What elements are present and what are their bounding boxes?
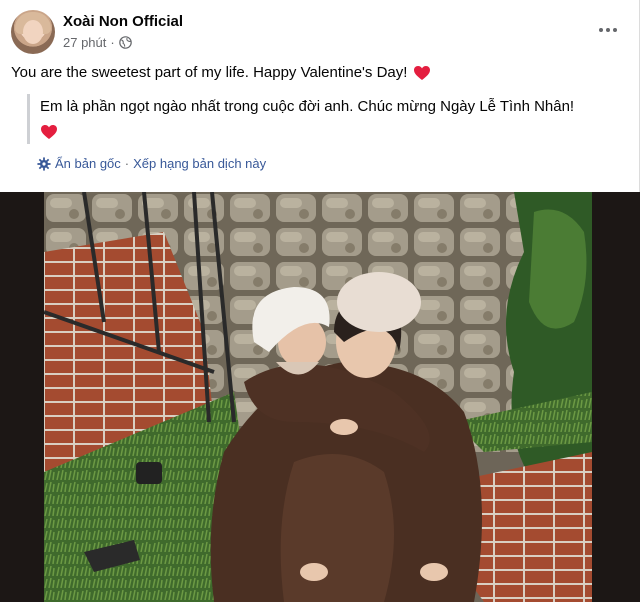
author-name[interactable]: Xoài Non Official [63,13,183,30]
more-options-button[interactable] [594,18,622,42]
post-header: Xoài Non Official 27 phút · [0,0,640,60]
hide-original-link[interactable]: Ẩn bản gốc [55,156,121,171]
rate-translation-link[interactable]: Xếp hạng bản dịch này [133,156,266,171]
author-avatar[interactable] [11,10,55,54]
translation-text: Em là phần ngọt ngào nhất trong cuộc đời… [40,98,575,115]
translation-actions: Ẩn bản gốc · Xếp hạng bản dịch này [37,156,266,171]
red-heart-icon [414,65,431,80]
red-heart-icon [41,125,57,140]
photo-illustration [44,192,592,602]
more-horizontal-icon [599,28,603,32]
caption-text: You are the sweetest part of my life. Ha… [11,64,408,81]
post-caption: You are the sweetest part of my life. Ha… [11,64,431,81]
gear-icon[interactable] [37,156,51,171]
globe-icon[interactable] [118,36,132,49]
post-meta: 27 phút · [63,35,132,50]
post-time[interactable]: 27 phút [63,35,106,50]
translation-block: Em là phần ngọt ngào nhất trong cuộc đời… [27,94,617,144]
facebook-post: Xoài Non Official 27 phút · You are the … [0,0,640,602]
meta-separator: · [110,35,115,50]
couple-photo[interactable] [44,192,592,602]
actions-separator: · [124,156,130,171]
post-photo-container[interactable] [0,192,640,602]
